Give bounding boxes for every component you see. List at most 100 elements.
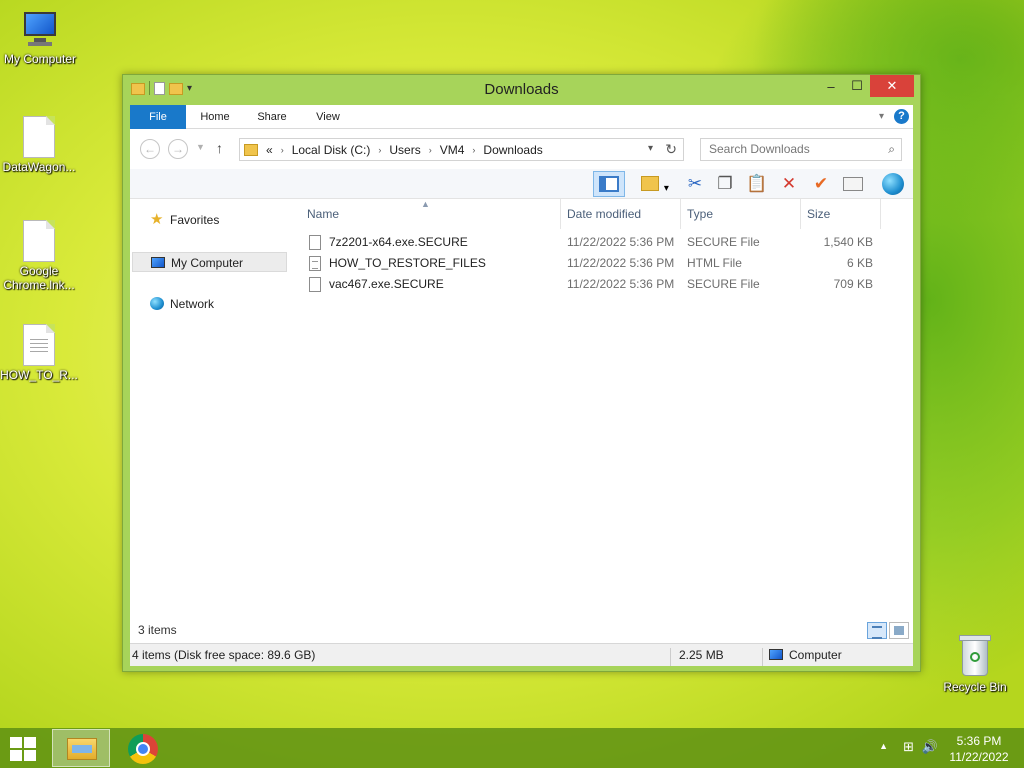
navigation-pane: ★ Favorites My Computer Network — [130, 199, 293, 612]
desktop-icon-label: Recycle Bin — [943, 680, 1007, 694]
column-header-label: Name — [307, 207, 340, 221]
sidebar-item-label: My Computer — [171, 256, 244, 270]
computer-icon — [769, 649, 783, 660]
item-count-bar: 3 items — [130, 617, 913, 643]
network-status-icon[interactable]: ⊞ — [903, 739, 914, 755]
desktop-icon-how-to-restore[interactable]: HOW_TO_R... — [0, 324, 79, 382]
file-date: 11/22/2022 5:36 PM — [567, 277, 675, 291]
breadcrumb-vm4[interactable]: VM4 — [440, 143, 465, 157]
file-explorer-icon — [67, 738, 97, 760]
breadcrumb-users[interactable]: Users — [389, 143, 420, 157]
taskbar-file-explorer[interactable] — [52, 729, 110, 767]
file-list: ▲ Name Date modified Type Size 7z2201-x6… — [293, 199, 913, 612]
address-dropdown-icon[interactable]: ▾ — [648, 143, 653, 154]
file-name: vac467.exe.SECURE — [329, 277, 444, 291]
breadcrumb-separator-icon[interactable]: › — [429, 145, 432, 155]
start-button[interactable] — [10, 737, 38, 761]
tab-home[interactable]: Home — [192, 105, 238, 129]
folder-icon — [244, 143, 258, 156]
file-date: 11/22/2022 5:36 PM — [567, 256, 675, 270]
tab-view[interactable]: View — [306, 105, 350, 129]
chrome-icon — [128, 734, 158, 764]
sidebar-item-my-computer[interactable]: My Computer — [132, 252, 287, 272]
ribbon-right-controls: ▾ ? — [879, 109, 909, 124]
copy-button[interactable]: ❐ — [712, 171, 738, 197]
status-bar: 4 items (Disk free space: 89.6 GB) 2.25 … — [130, 643, 913, 666]
desktop-icon-my-computer[interactable]: My Computer — [0, 10, 80, 66]
breadcrumb-prefix[interactable]: « — [266, 143, 273, 157]
taskbar-google-chrome[interactable] — [126, 732, 160, 766]
sidebar-item-label: Network — [170, 297, 215, 311]
close-button[interactable]: ✕ — [870, 75, 914, 97]
star-icon: ★ — [150, 211, 164, 228]
clock[interactable]: 5:36 PM 11/22/2022 — [946, 733, 1012, 765]
file-name: 7z2201-x64.exe.SECURE — [329, 235, 468, 249]
taskbar: ▲ ⊞ 🔊 5:36 PM 11/22/2022 — [0, 728, 1024, 768]
column-header-size[interactable]: Size — [801, 199, 881, 229]
help-icon[interactable]: ? — [894, 109, 909, 124]
file-icon — [309, 277, 321, 292]
network-button[interactable] — [880, 171, 906, 197]
cut-button[interactable]: ✂ — [682, 171, 708, 197]
sidebar-item-label: Favorites — [170, 213, 220, 227]
breadcrumb-separator-icon[interactable]: › — [472, 145, 475, 155]
desktop-icon-google-chrome[interactable]: Google Chrome.lnk... — [0, 220, 79, 292]
properties-button[interactable] — [840, 171, 866, 197]
folder-views-icon — [641, 176, 660, 191]
window-content: File Home Share View ▾ ? ← → ▼ ↑ « › Loc… — [130, 105, 913, 666]
computer-icon — [151, 257, 165, 268]
large-icons-view-icon[interactable] — [889, 622, 909, 639]
delete-button[interactable]: ✕ — [776, 171, 802, 197]
search-icon[interactable]: ⌕ — [888, 139, 895, 160]
window-title: Downloads — [484, 81, 559, 98]
sidebar-item-network[interactable]: Network — [132, 294, 287, 314]
column-header-date-modified[interactable]: Date modified — [561, 199, 681, 229]
rename-button[interactable]: ✔ — [808, 171, 834, 197]
paste-button[interactable]: 📋 — [744, 171, 770, 197]
network-icon — [150, 297, 164, 310]
desktop-icon-recycle-bin[interactable]: Recycle Bin — [935, 632, 1015, 694]
details-view-icon[interactable] — [867, 622, 887, 639]
expand-ribbon-icon[interactable]: ▾ — [879, 111, 884, 122]
clock-time: 5:36 PM — [956, 734, 1002, 748]
file-type: SECURE File — [687, 235, 760, 249]
recent-locations-icon[interactable]: ▼ — [196, 142, 205, 152]
minimize-button[interactable]: – — [818, 75, 844, 97]
column-header-name[interactable]: ▲ Name — [293, 199, 561, 229]
file-size: 709 KB — [833, 277, 873, 291]
breadcrumb-local-disk[interactable]: Local Disk (C:) — [292, 143, 371, 157]
preview-pane-button[interactable] — [593, 171, 625, 197]
status-location: Computer — [762, 648, 842, 666]
computer-icon — [18, 10, 62, 50]
show-hidden-icons-icon[interactable]: ▲ — [879, 741, 888, 751]
back-button[interactable]: ← — [140, 139, 160, 159]
table-row[interactable]: vac467.exe.SECURE 11/22/2022 5:36 PM SEC… — [293, 274, 913, 295]
desktop-icon-datawagon[interactable]: DataWagon... — [0, 116, 79, 174]
views-button[interactable]: ▾ — [634, 171, 676, 197]
file-icon — [309, 235, 321, 250]
command-toolbar: ▾ ✂ ❐ 📋 ✕ ✔ — [130, 169, 913, 199]
forward-button[interactable]: → — [168, 139, 188, 159]
table-row[interactable]: 7z2201-x64.exe.SECURE 11/22/2022 5:36 PM… — [293, 232, 913, 253]
column-header-type[interactable]: Type — [681, 199, 801, 229]
desktop-icon-label: Google Chrome.lnk... — [3, 264, 75, 292]
breadcrumb-downloads[interactable]: Downloads — [483, 143, 542, 157]
up-button[interactable]: ↑ — [216, 140, 223, 156]
address-bar[interactable]: « › Local Disk (C:) › Users › VM4 › Down… — [239, 138, 684, 161]
search-input[interactable]: Search Downloads ⌕ — [700, 138, 902, 161]
file-size: 1,540 KB — [823, 235, 873, 249]
volume-icon[interactable]: 🔊 — [922, 739, 938, 755]
title-bar[interactable]: ▾ Downloads – ☐ ✕ — [123, 75, 920, 105]
sidebar-item-favorites[interactable]: ★ Favorites — [132, 210, 287, 230]
table-row[interactable]: HOW_TO_RESTORE_FILES 11/22/2022 5:36 PM … — [293, 253, 913, 274]
breadcrumb-separator-icon[interactable]: › — [378, 145, 381, 155]
tab-share[interactable]: Share — [248, 105, 296, 129]
status-location-label: Computer — [789, 648, 842, 662]
refresh-icon[interactable]: ↻ — [665, 141, 677, 158]
maximize-button[interactable]: ☐ — [844, 75, 870, 97]
tab-file[interactable]: File — [130, 105, 186, 129]
file-icon — [23, 116, 55, 158]
text-file-icon — [309, 256, 321, 271]
address-row: ← → ▼ ↑ « › Local Disk (C:) › Users › VM… — [130, 129, 913, 169]
text-file-icon — [23, 324, 55, 366]
